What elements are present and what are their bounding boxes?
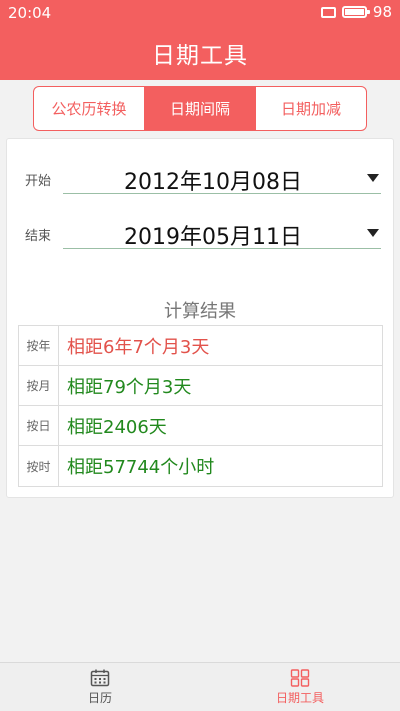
calendar-icon — [90, 669, 110, 686]
row-value: 相距2406天 — [67, 416, 167, 438]
table-row: 按年 相距6年7个月3天 — [19, 326, 382, 366]
calculator-card: 开始 2012年10月08日 结束 2019年05月11日 计算结果 按年 相距… — [6, 138, 394, 498]
nav-date-tools-label: 日期工具 — [275, 690, 324, 705]
bottom-nav: 日历 日期工具 — [0, 662, 400, 711]
tab-date-interval[interactable]: 日期间隔 — [145, 87, 256, 130]
row-value: 相距6年7个月3天 — [67, 336, 210, 358]
row-value: 相距79个月3天 — [67, 376, 192, 398]
mode-tabs: 公农历转换 日期间隔 日期加减 — [33, 86, 367, 131]
nav-calendar-label: 日历 — [87, 690, 112, 705]
grid-icon — [290, 668, 310, 687]
tab-label: 日期加减 — [280, 100, 341, 118]
tab-label: 公农历转换 — [51, 100, 127, 118]
result-title: 计算结果 — [164, 301, 236, 322]
row-label: 按时 — [19, 446, 59, 486]
table-row: 按日 相距2406天 — [19, 406, 382, 446]
status-icons: 98 — [320, 3, 392, 21]
app-header: 20:04 98 日期工具 — [0, 0, 400, 80]
table-row: 按月 相距79个月3天 — [19, 366, 382, 406]
battery-percent: 98 — [372, 3, 392, 21]
result-table: 按年 相距6年7个月3天 按月 相距79个月3天 按日 相距2406天 按时 相… — [18, 325, 383, 487]
row-label: 按月 — [19, 366, 59, 405]
start-label: 开始 — [25, 174, 52, 189]
row-label: 按日 — [19, 406, 59, 445]
status-bar: 20:04 98 — [0, 0, 400, 26]
table-row: 按时 相距57744个小时 — [19, 446, 382, 486]
dropdown-arrow-icon — [367, 174, 379, 182]
end-date-picker[interactable]: 2019年05月11日 — [63, 215, 381, 250]
row-label: 按年 — [19, 326, 59, 365]
battery-icon — [341, 6, 370, 18]
nav-calendar[interactable]: 日历 — [0, 663, 200, 711]
status-time: 20:04 — [8, 4, 52, 22]
page-title: 日期工具 — [152, 43, 248, 69]
window-icon — [320, 6, 336, 18]
tab-label: 日期间隔 — [169, 100, 230, 118]
end-date-value: 2019年05月11日 — [124, 225, 302, 250]
tab-date-add-subtract[interactable]: 日期加减 — [256, 87, 366, 130]
tab-lunar-conversion[interactable]: 公农历转换 — [34, 87, 145, 130]
row-value: 相距57744个小时 — [67, 457, 215, 478]
nav-date-tools[interactable]: 日期工具 — [200, 663, 400, 711]
start-date-picker[interactable]: 2012年10月08日 — [63, 160, 381, 195]
dropdown-arrow-icon — [367, 229, 379, 237]
start-date-value: 2012年10月08日 — [124, 170, 302, 195]
end-label: 结束 — [25, 229, 52, 244]
